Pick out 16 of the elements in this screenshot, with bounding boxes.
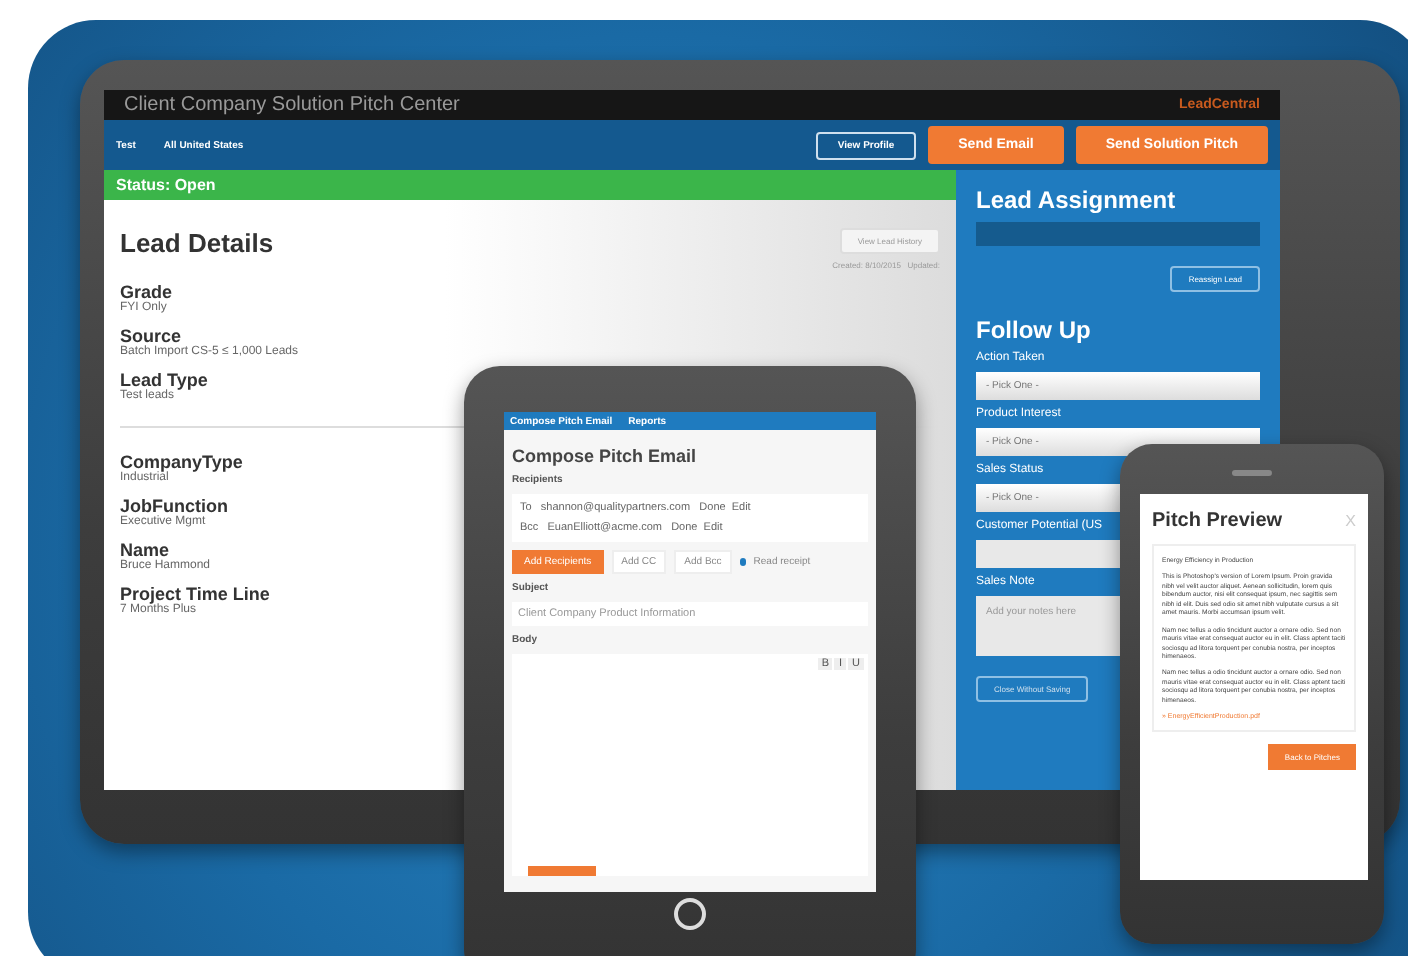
field-label: Project Time Line (120, 584, 270, 604)
dialog-title: Pitch Preview (1152, 510, 1283, 532)
field-label: JobFunction (120, 496, 228, 516)
field-label: Lead Type (120, 370, 208, 390)
field-label: CompanyType (120, 452, 243, 472)
section-heading: Lead Details (120, 228, 274, 262)
window-title: Client Company Solution Pitch Center (124, 94, 460, 116)
status-bar: Status: Open (104, 170, 956, 200)
field-label: Name (120, 540, 170, 560)
field-label: Source (120, 326, 182, 346)
section-heading: Lead Assignment (976, 186, 1178, 214)
section-heading: Follow Up (976, 316, 1093, 344)
speaker-icon (1232, 470, 1272, 476)
page-heading: Compose Pitch Email (512, 446, 699, 466)
input-field[interactable] (976, 222, 1260, 246)
field-label: Grade (120, 282, 173, 302)
